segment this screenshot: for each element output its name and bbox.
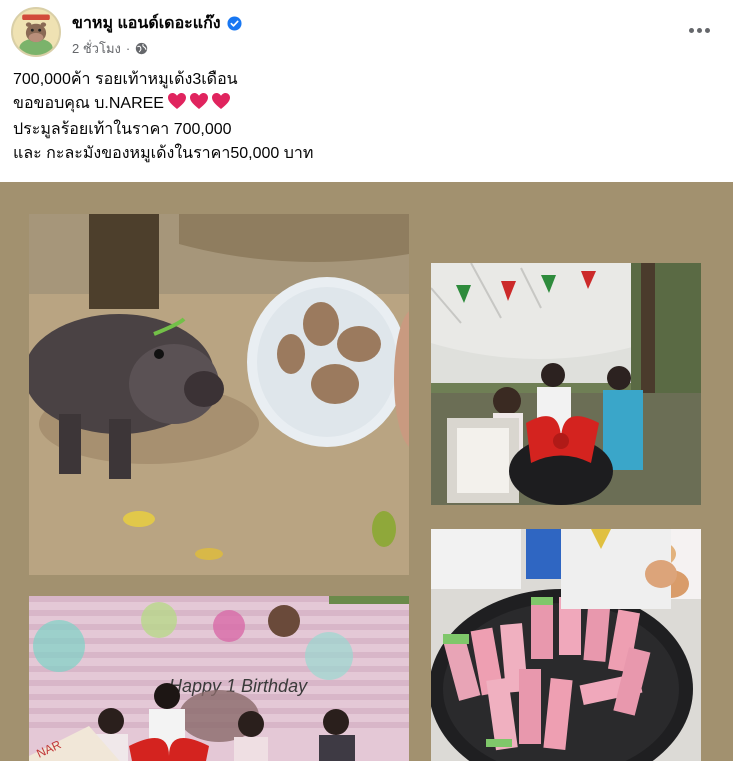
heart-icon	[189, 93, 208, 109]
post-text-line: ประมูลร้อยเท้าในราคา 700,000	[13, 121, 232, 138]
post-header: ขาหมู แอนด์เดอะแก๊ง 2 ชั่วโมง ·	[0, 0, 733, 62]
hippo-footprint-image	[29, 214, 409, 575]
hearts-emoji-group	[167, 92, 233, 118]
verified-badge-icon	[227, 16, 242, 31]
heart-icon	[211, 93, 230, 109]
post-timestamp[interactable]: 2 ชั่วโมง	[72, 38, 121, 59]
post-meta: 2 ชั่วโมง ·	[72, 38, 148, 59]
author-row: ขาหมู แอนด์เดอะแก๊ง	[72, 11, 242, 36]
hippo-mascot-avatar-icon	[13, 9, 59, 55]
more-dot-icon	[704, 27, 710, 33]
more-options-button[interactable]	[681, 14, 717, 46]
post-media-collage: Happy 1 Birthday NAR	[0, 182, 733, 761]
heart-icon	[167, 93, 186, 109]
meta-separator: ·	[125, 41, 131, 56]
photo-product-bowl[interactable]	[431, 529, 701, 761]
birthday-banner-image: Happy 1 Birthday NAR	[29, 596, 409, 761]
photo-ceremony-tent[interactable]	[431, 263, 701, 505]
page-avatar[interactable]	[11, 7, 61, 57]
post-text-line: ขอขอบคุณ บ.NAREE	[13, 92, 713, 118]
ceremony-tent-image	[431, 263, 701, 505]
author-name[interactable]: ขาหมู แอนด์เดอะแก๊ง	[72, 11, 221, 36]
product-bowl-image	[431, 529, 701, 761]
more-dot-icon	[696, 27, 702, 33]
more-dot-icon	[688, 27, 694, 33]
birthday-banner-text: Happy 1 Birthday	[169, 676, 308, 696]
globe-icon[interactable]	[135, 42, 148, 55]
post-text-line: 700,000ค้า รอยเท้าหมูเด้ง3เดือน	[13, 71, 238, 88]
photo-hippo-footprint[interactable]	[29, 214, 409, 575]
post-body-text: 700,000ค้า รอยเท้าหมูเด้ง3เดือน ขอขอบคุณ…	[13, 68, 713, 166]
photo-birthday-banner[interactable]: Happy 1 Birthday NAR	[29, 596, 409, 761]
post-text-line: และ กะละมังของหมูเด้งในราคา50,000 บาท	[13, 145, 314, 162]
